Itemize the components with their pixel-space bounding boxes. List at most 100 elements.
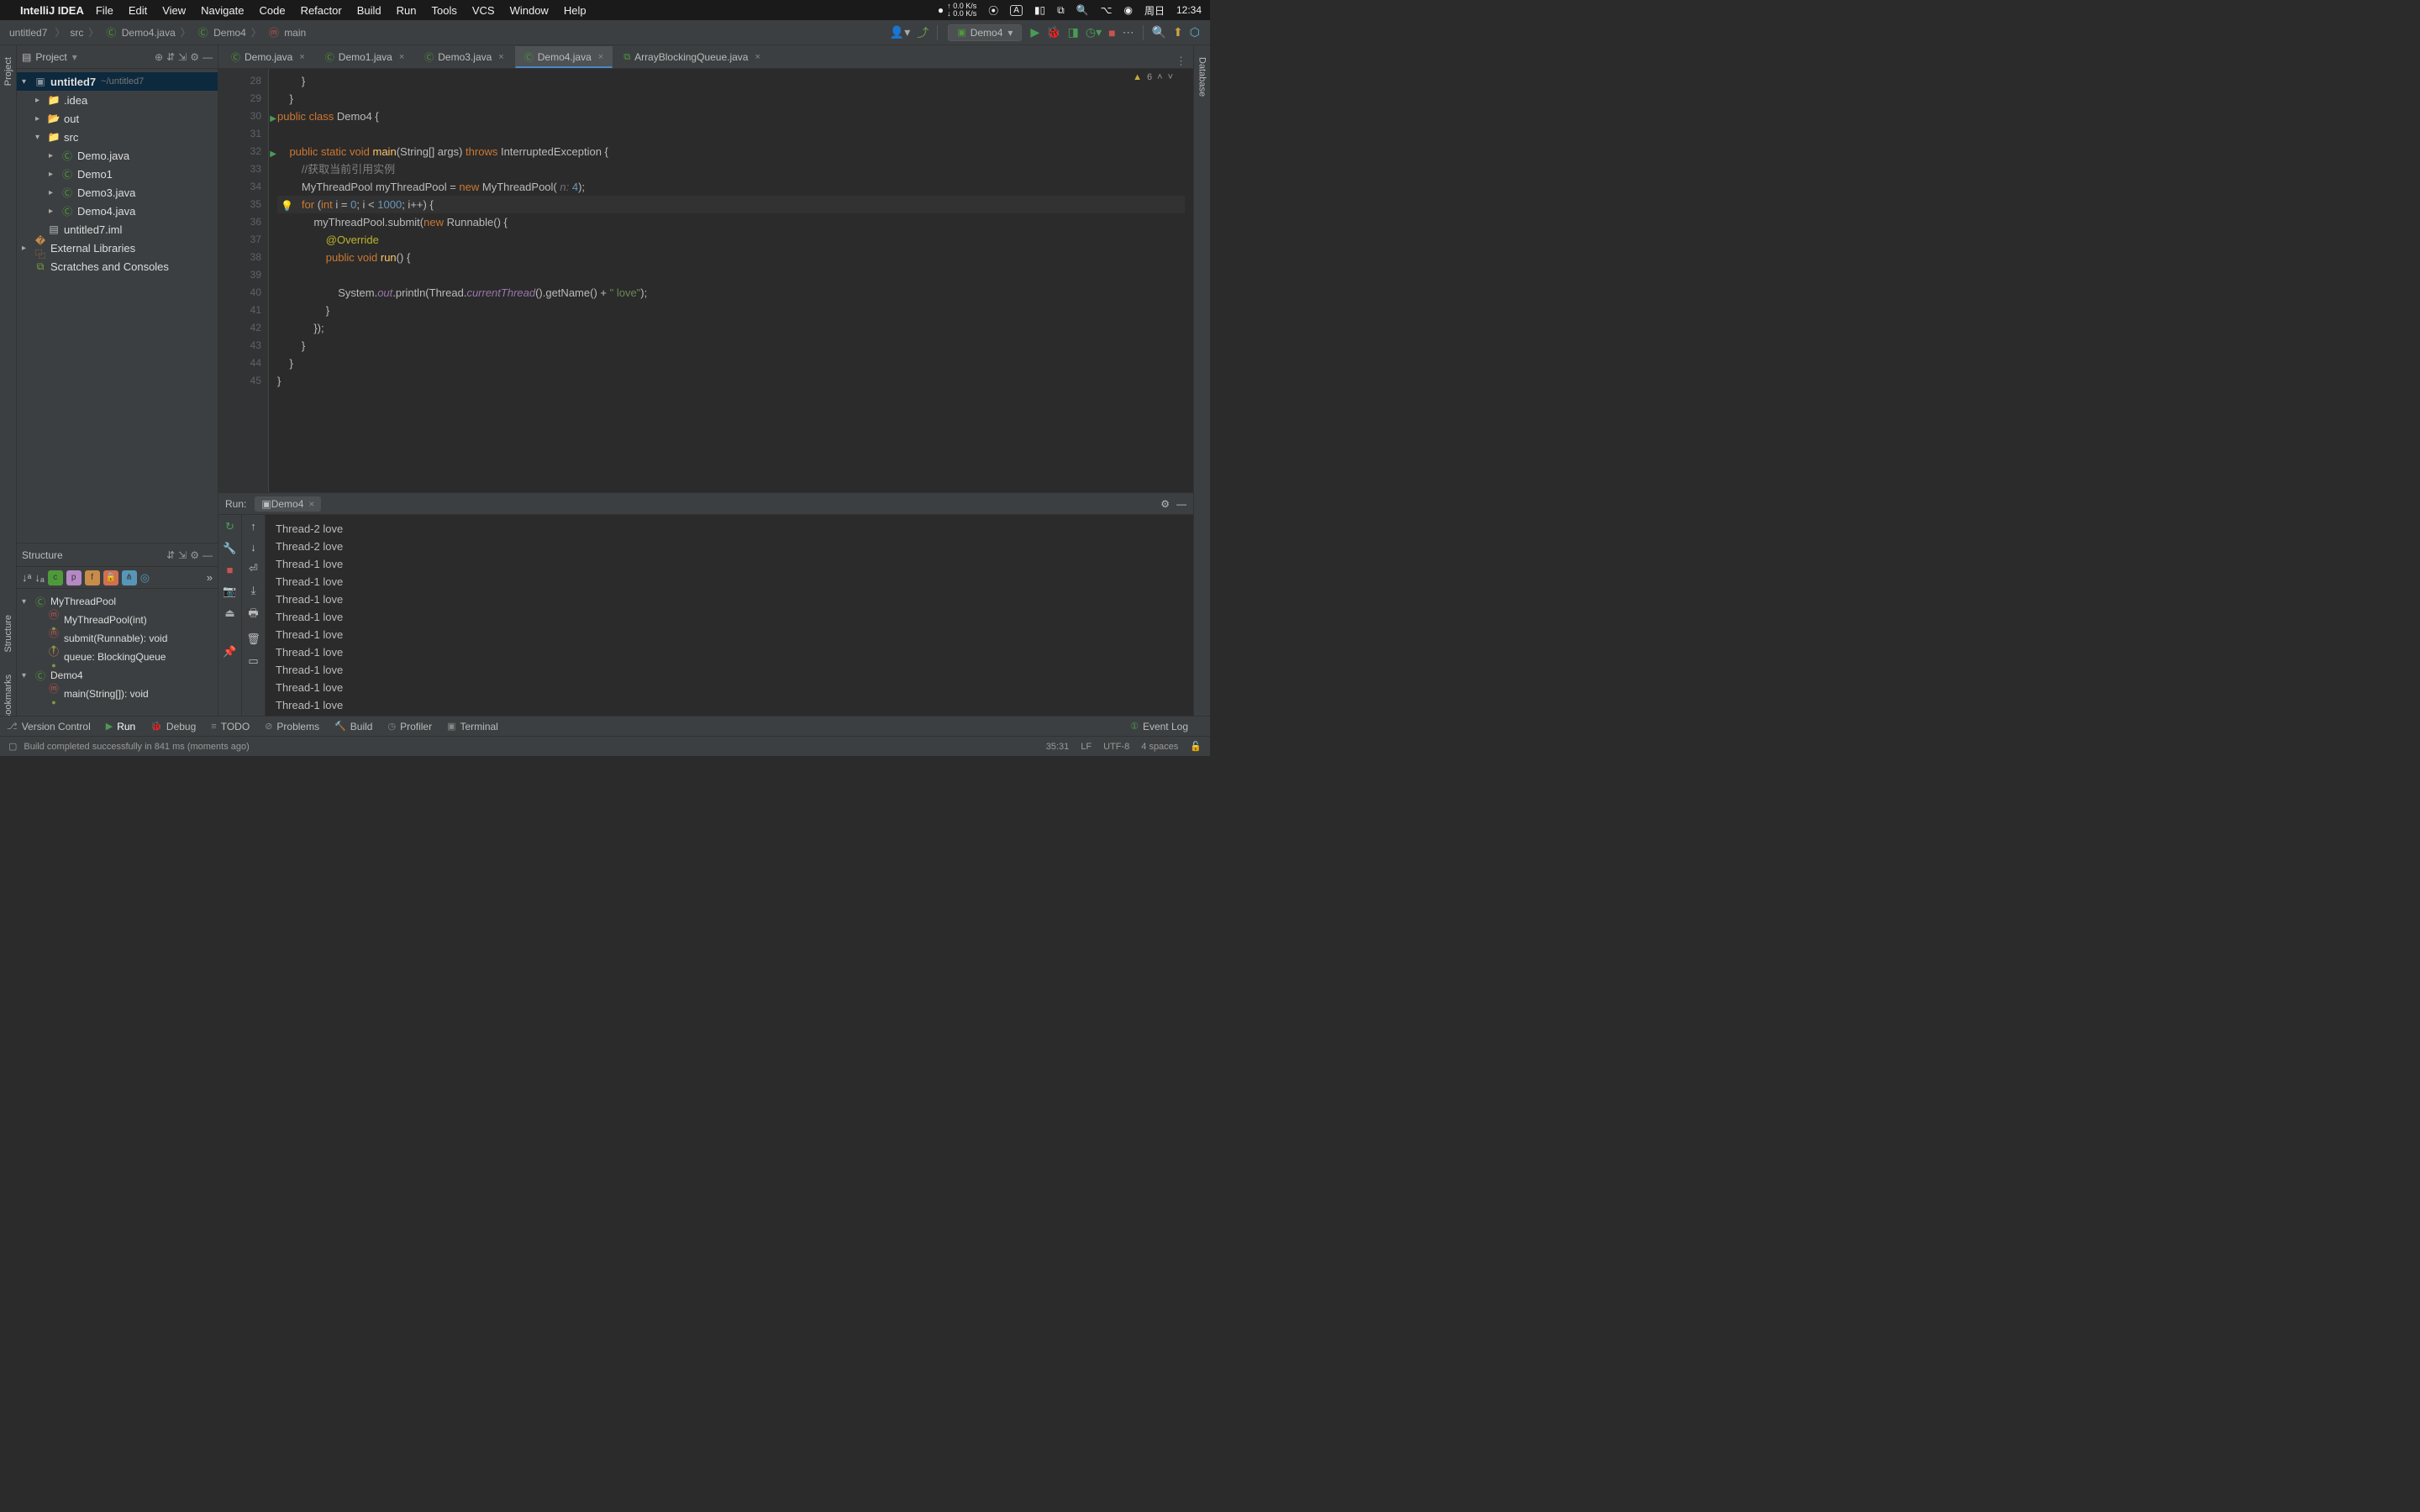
siri-icon[interactable]: ◉	[1123, 4, 1132, 16]
property-filter-icon[interactable]: p	[66, 570, 82, 585]
caret-position[interactable]: 35:31	[1046, 742, 1070, 752]
breadcrumb-part[interactable]: Ⓒ Demo4.java	[103, 27, 175, 39]
run-config-icon[interactable]: 🔧	[223, 542, 236, 555]
close-icon[interactable]: ×	[308, 498, 314, 510]
field-filter-icon[interactable]: f	[85, 570, 100, 585]
close-icon[interactable]: ×	[399, 52, 404, 62]
run-button[interactable]: ▶	[1030, 25, 1039, 39]
search-button[interactable]: 🔍	[1152, 25, 1166, 39]
editor-tab[interactable]: ⒸDemo1.java×	[316, 46, 413, 68]
local-filter-icon[interactable]: 🔒	[103, 570, 118, 585]
record-icon[interactable]: ⦿	[988, 3, 998, 18]
gear-icon[interactable]: ⚙	[1160, 498, 1170, 510]
collapse-icon[interactable]: ⇲	[178, 549, 187, 561]
tree-item[interactable]: ▸ⒸDemo.java	[17, 146, 218, 165]
editor-content[interactable]: ▲6 ˄ ˅ 282930▶3132▶333435💡36373839404142…	[218, 69, 1193, 492]
tree-item[interactable]: ▾📁src	[17, 128, 218, 146]
menu-tools[interactable]: Tools	[431, 4, 456, 17]
tree-item[interactable]: ⧉Scratches and Consoles	[17, 257, 218, 276]
menu-vcs[interactable]: VCS	[472, 4, 495, 17]
debug-button[interactable]: 🐞	[1046, 25, 1060, 39]
scroll-end-icon[interactable]: ⤓	[251, 584, 256, 597]
autoscroll-icon[interactable]: ◎	[140, 571, 150, 585]
code-area[interactable]: } }public class Demo4 { public static vo…	[269, 69, 1193, 492]
structure-tree[interactable]: ▾ⒸMyThreadPoolⓜ ●MyThreadPool(int)ⓜ ●sub…	[17, 589, 218, 736]
filter-icon[interactable]: ▭	[248, 654, 258, 668]
soft-wrap-icon[interactable]: ⏎	[249, 562, 258, 575]
exit-icon[interactable]: ⏏	[224, 606, 234, 620]
expand-icon[interactable]: ⇵	[166, 549, 175, 561]
bottom-tab-terminal[interactable]: ▣Terminal	[447, 721, 498, 732]
editor-tab[interactable]: ⒸDemo.java×	[222, 46, 314, 68]
hide-icon[interactable]: —	[1176, 498, 1186, 510]
prev-highlight-icon[interactable]: ˄	[1157, 72, 1162, 82]
sort-alpha-icon[interactable]: ↓ᵃ	[22, 571, 31, 584]
bottom-tab-debug[interactable]: 🐞Debug	[150, 721, 196, 732]
editor-tab[interactable]: ⒸDemo4.java×	[515, 46, 613, 68]
close-icon[interactable]: ×	[299, 52, 304, 62]
project-tool-tab[interactable]: Project	[2, 50, 15, 92]
run-config-selector[interactable]: Demo4 ▾	[948, 24, 1022, 41]
assistant-button[interactable]: ⬡	[1190, 25, 1200, 39]
tree-item[interactable]: ⓜ ●main(String[]): void	[17, 685, 218, 703]
bottom-tab-todo[interactable]: ≡TODO	[211, 721, 250, 732]
close-icon[interactable]: ×	[498, 52, 503, 62]
coverage-button[interactable]: ◨	[1068, 25, 1079, 39]
menu-code[interactable]: Code	[259, 4, 285, 17]
battery-icon[interactable]: ▮▯	[1034, 4, 1045, 16]
up-icon[interactable]: ↑	[250, 520, 256, 533]
collapse-all-icon[interactable]: ⇲	[178, 51, 187, 63]
select-opened-icon[interactable]: ⊕	[155, 51, 163, 63]
line-separator[interactable]: LF	[1081, 742, 1092, 752]
wifi-icon[interactable]: ⧉	[1057, 4, 1065, 17]
tree-item[interactable]: ▸�⿻External Libraries	[17, 239, 218, 257]
menu-edit[interactable]: Edit	[129, 4, 147, 17]
menu-file[interactable]: File	[96, 4, 113, 17]
add-user-button[interactable]: 👤▾	[890, 25, 910, 39]
bottom-tab-version-control[interactable]: ⎇Version Control	[7, 721, 91, 732]
gear-icon[interactable]: ⚙	[190, 549, 199, 561]
date-label[interactable]: 周日	[1144, 3, 1165, 18]
menu-navigate[interactable]: Navigate	[201, 4, 244, 17]
indent-info[interactable]: 4 spaces	[1141, 742, 1178, 752]
project-tree[interactable]: ▾▣untitled7 ~/untitled7▸📁.idea▸📂out▾📁src…	[17, 69, 218, 543]
tree-item[interactable]: ▸ⒸDemo4.java	[17, 202, 218, 220]
console-output[interactable]: Thread-2 loveThread-2 loveThread-1 loveT…	[266, 515, 1193, 736]
structure-tool-tab[interactable]: Structure	[2, 608, 15, 659]
file-encoding[interactable]: UTF-8	[1103, 742, 1129, 752]
editor-tab[interactable]: ⒸDemo3.java×	[415, 46, 513, 68]
ide-profile-button[interactable]: ⬆	[1173, 25, 1183, 39]
breadcrumb-part[interactable]: ⓜ main	[266, 27, 306, 39]
breadcrumb[interactable]: untitled7 〉src〉Ⓒ Demo4.java〉Ⓒ Demo4〉ⓜ ma…	[7, 25, 311, 39]
more-run-button[interactable]: ⋯	[1123, 25, 1134, 39]
gear-icon[interactable]: ⚙	[190, 51, 199, 63]
more-icon[interactable]: »	[207, 571, 213, 584]
menu-refactor[interactable]: Refactor	[301, 4, 342, 17]
breadcrumb-project[interactable]: untitled7	[9, 27, 47, 39]
tree-item[interactable]: ⓕ ●queue: BlockingQueue	[17, 648, 218, 666]
sort-visibility-icon[interactable]: ↓ₐ	[34, 571, 44, 584]
inspection-summary[interactable]: ▲6 ˄ ˅	[1133, 72, 1173, 82]
breadcrumb-part[interactable]: src	[70, 27, 83, 39]
down-icon[interactable]: ↓	[250, 541, 256, 554]
print-icon[interactable]: 🖶	[248, 606, 258, 624]
editor-tab[interactable]: ⧉ArrayBlockingQueue.java×	[614, 46, 770, 68]
tree-item[interactable]: ▸ⒸDemo1	[17, 165, 218, 183]
hide-icon[interactable]: —	[203, 51, 213, 63]
expand-all-icon[interactable]: ⇵	[166, 51, 175, 63]
stop-icon[interactable]: ■	[227, 564, 234, 576]
profile-button[interactable]: ◷▾	[1086, 25, 1102, 39]
status-icon[interactable]: ▢	[8, 741, 17, 752]
method-filter-icon[interactable]: ⋔	[122, 570, 137, 585]
menu-run[interactable]: Run	[397, 4, 417, 17]
tree-item[interactable]: ▸📂out	[17, 109, 218, 128]
hide-icon[interactable]: —	[203, 549, 213, 561]
tabs-more-icon[interactable]: ⋮	[1169, 55, 1193, 68]
tree-item[interactable]: ▸📁.idea	[17, 91, 218, 109]
bottom-tab-build[interactable]: 🔨Build	[334, 721, 372, 732]
readonly-icon[interactable]: 🔓	[1190, 741, 1202, 752]
dump-threads-icon[interactable]: 📷	[223, 585, 236, 598]
stop-button[interactable]: ■	[1108, 26, 1115, 39]
run-config-tab[interactable]: ▣ Demo4×	[255, 496, 321, 512]
menu-help[interactable]: Help	[564, 4, 587, 17]
